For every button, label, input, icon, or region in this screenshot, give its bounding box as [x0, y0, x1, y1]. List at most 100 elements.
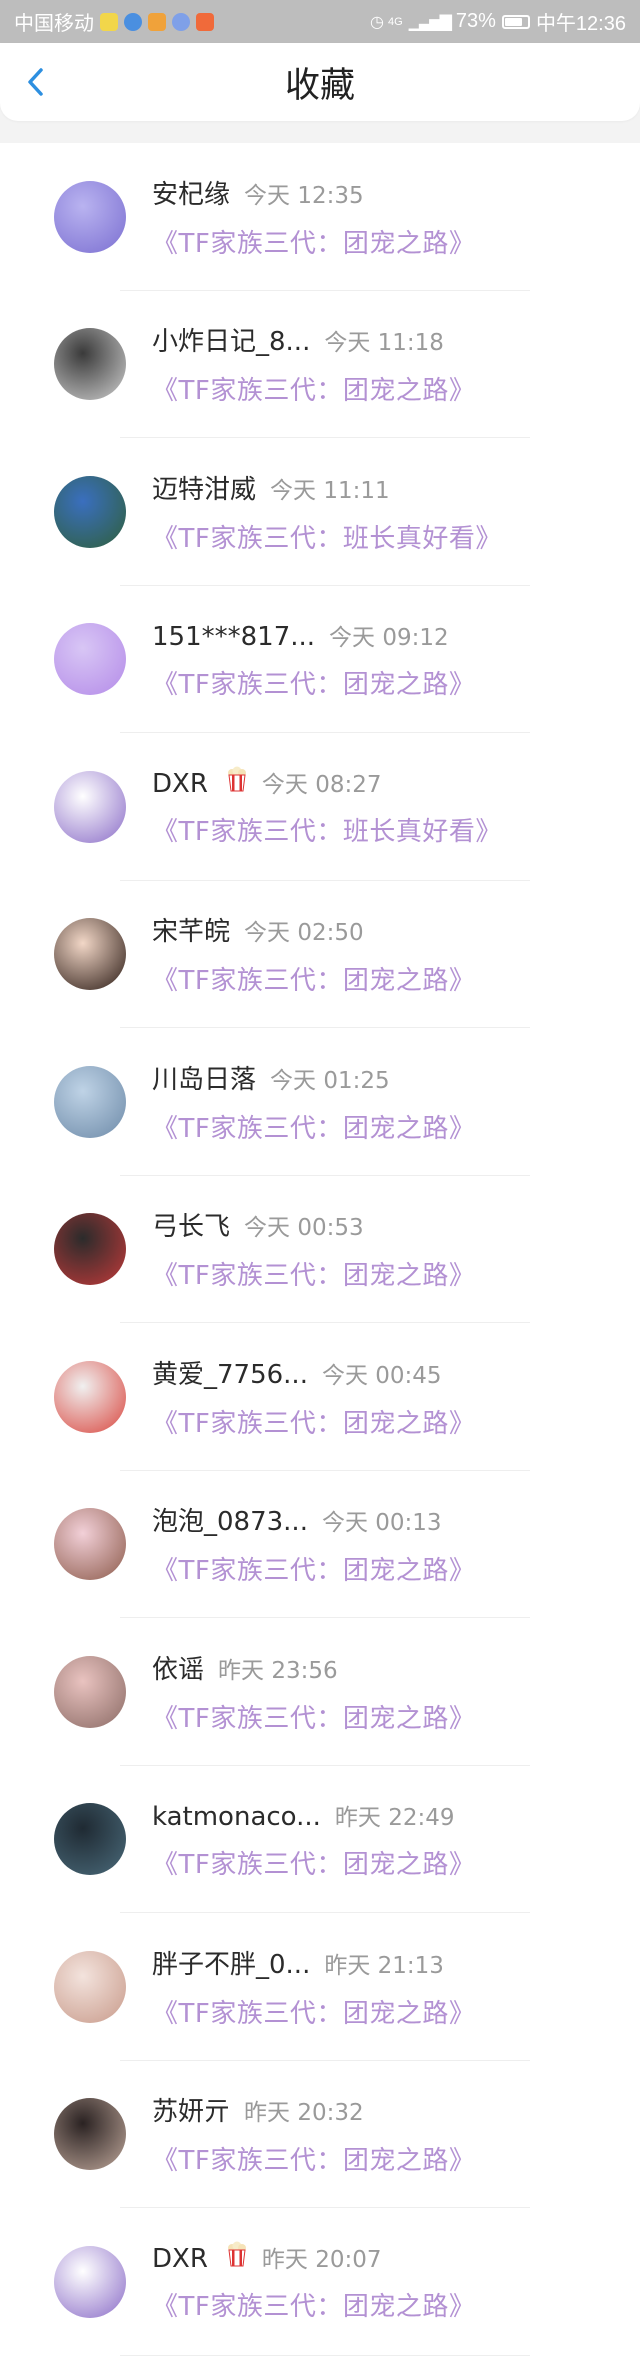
- store-notification-icon: [148, 12, 166, 31]
- timestamp: 今天 02:50: [244, 920, 364, 947]
- timestamp: 今天 00:45: [321, 1362, 442, 1389]
- story-title-link[interactable]: 《TF家族三代：团宠之路》: [152, 1550, 475, 1587]
- list-item-header: 依谣 昨天 23:56: [152, 1649, 475, 1686]
- list-item[interactable]: katmonaco... 昨天 22:49 《TF家族三代：团宠之路》: [0, 1766, 640, 1914]
- chevron-left-icon: [28, 68, 43, 96]
- list-item-header: 黄爱_7756... 今天 00:45: [152, 1354, 475, 1391]
- user-name: 苏妍亓: [152, 2097, 231, 2128]
- list-item[interactable]: 苏妍亓 昨天 20:32 《TF家族三代：团宠之路》: [0, 2061, 640, 2209]
- list-item[interactable]: 黄爱_7756... 今天 00:45 《TF家族三代：团宠之路》: [0, 1323, 640, 1471]
- list-item[interactable]: 宋芊皖 今天 02:50 《TF家族三代：团宠之路》: [0, 881, 640, 1029]
- story-title-link[interactable]: 《TF家族三代：团宠之路》: [152, 2286, 475, 2323]
- story-title-link[interactable]: 《TF家族三代：团宠之路》: [152, 1698, 475, 1735]
- clock: 中午12:36: [535, 13, 626, 35]
- avatar[interactable]: [54, 1360, 126, 1433]
- story-title-link[interactable]: 《TF家族三代：团宠之路》: [152, 370, 475, 407]
- user-name: DXR: [152, 769, 208, 800]
- list-item[interactable]: 小炸日记_8... 今天 11:18 《TF家族三代：团宠之路》: [0, 291, 640, 439]
- avatar[interactable]: [54, 1213, 126, 1286]
- list-item[interactable]: 胖子不胖_0... 昨天 21:13 《TF家族三代：团宠之路》: [0, 1913, 640, 2061]
- avatar[interactable]: [54, 770, 126, 843]
- status-bar: 中国移动 ◷ 4G ▁▃▅▇ 73% 中午12:36: [0, 0, 640, 43]
- battery-icon: [501, 14, 530, 29]
- story-title-link[interactable]: 《TF家族三代：团宠之路》: [152, 2140, 475, 2177]
- list-item-header: 泡泡_0873... 今天 00:13: [152, 1501, 475, 1538]
- story-title-link[interactable]: 《TF家族三代：团宠之路》: [152, 664, 475, 701]
- timestamp: 昨天 21:13: [324, 1952, 444, 1979]
- list-item[interactable]: DXR 今天 08:27 《TF家族三代：班长真好看》: [0, 733, 640, 881]
- list-item-header: DXR 昨天 20:07: [152, 2240, 475, 2274]
- list-item-text: 泡泡_0873... 今天 00:13 《TF家族三代：团宠之路》: [152, 1501, 475, 1587]
- avatar[interactable]: [54, 623, 126, 696]
- story-title-link[interactable]: 《TF家族三代：团宠之路》: [152, 1993, 475, 2030]
- list-item-text: 胖子不胖_0... 昨天 21:13 《TF家族三代：团宠之路》: [152, 1944, 475, 2030]
- list-item[interactable]: 安杞缘 今天 12:35 《TF家族三代：团宠之路》: [0, 143, 640, 291]
- avatar[interactable]: [54, 475, 126, 548]
- story-title-link[interactable]: 《TF家族三代：班长真好看》: [152, 518, 502, 555]
- avatar[interactable]: [54, 1950, 126, 2023]
- battery-percent: 73%: [455, 10, 496, 32]
- user-name: 小炸日记_8...: [152, 327, 311, 358]
- user-name: 迈特泔威: [152, 474, 257, 505]
- story-title-link[interactable]: 《TF家族三代：团宠之路》: [152, 960, 475, 997]
- user-name: katmonaco...: [152, 1801, 321, 1832]
- list-item[interactable]: 迈特泔威 今天 11:11 《TF家族三代：班长真好看》: [0, 438, 640, 586]
- timestamp: 今天 11:18: [324, 330, 444, 357]
- avatar[interactable]: [54, 1065, 126, 1138]
- avatar[interactable]: [54, 180, 126, 253]
- list-item-header: 151***817... 今天 09:12: [152, 618, 475, 652]
- list-item-text: 黄爱_7756... 今天 00:45 《TF家族三代：团宠之路》: [152, 1354, 475, 1440]
- popcorn-icon: [227, 2241, 246, 2267]
- avatar[interactable]: [54, 328, 126, 401]
- avatar[interactable]: [54, 1655, 126, 1728]
- list-item[interactable]: 依谣 昨天 23:56 《TF家族三代：团宠之路》: [0, 1618, 640, 1766]
- list-item-header: katmonaco... 昨天 22:49: [152, 1798, 475, 1832]
- list-item-text: katmonaco... 昨天 22:49 《TF家族三代：团宠之路》: [152, 1798, 475, 1881]
- avatar[interactable]: [54, 2098, 126, 2171]
- list-item[interactable]: DXR 昨天 20:07 《TF家族三代：团宠之路》: [0, 2208, 640, 2356]
- list-item-text: 川岛日落 今天 01:25 《TF家族三代：团宠之路》: [152, 1059, 475, 1145]
- user-name: DXR: [152, 2244, 208, 2275]
- avatar[interactable]: [54, 1803, 126, 1876]
- list-item[interactable]: 川岛日落 今天 01:25 《TF家族三代：团宠之路》: [0, 1028, 640, 1176]
- avatar[interactable]: [54, 2245, 126, 2318]
- carrier-label: 中国移动: [14, 13, 94, 35]
- user-name: 依谣: [152, 1654, 205, 1685]
- list-item[interactable]: 泡泡_0873... 今天 00:13 《TF家族三代：团宠之路》: [0, 1471, 640, 1619]
- timestamp: 今天 11:11: [270, 477, 390, 504]
- timestamp: 昨天 22:49: [334, 1804, 455, 1831]
- story-title-link[interactable]: 《TF家族三代：团宠之路》: [152, 1255, 475, 1292]
- music-notification-icon: [172, 12, 190, 31]
- app-notification-icon: [100, 12, 118, 31]
- list-item-header: 宋芊皖 今天 02:50: [152, 911, 475, 948]
- story-title-link[interactable]: 《TF家族三代：班长真好看》: [152, 811, 502, 848]
- video-notification-icon: [196, 12, 214, 31]
- browser-notification-icon: [124, 12, 142, 31]
- page-header: 收藏: [0, 43, 640, 121]
- list-item[interactable]: 弓长飞 今天 00:53 《TF家族三代：团宠之路》: [0, 1176, 640, 1324]
- story-title-link[interactable]: 《TF家族三代：团宠之路》: [152, 1403, 475, 1440]
- story-title-link[interactable]: 《TF家族三代：团宠之路》: [152, 1108, 475, 1145]
- list-item-header: DXR 今天 08:27: [152, 765, 502, 799]
- back-button[interactable]: [20, 64, 50, 100]
- list-item-text: 小炸日记_8... 今天 11:18 《TF家族三代：团宠之路》: [152, 321, 475, 407]
- list-item-text: 弓长飞 今天 00:53 《TF家族三代：团宠之路》: [152, 1206, 475, 1292]
- list-item-text: 依谣 昨天 23:56 《TF家族三代：团宠之路》: [152, 1649, 475, 1735]
- user-name: 151***817...: [152, 621, 316, 652]
- story-title-link[interactable]: 《TF家族三代：团宠之路》: [152, 223, 475, 260]
- story-title-link[interactable]: 《TF家族三代：团宠之路》: [152, 1844, 475, 1881]
- list-item-header: 迈特泔威 今天 11:11: [152, 469, 502, 506]
- avatar[interactable]: [54, 1508, 126, 1581]
- timestamp: 今天 00:13: [321, 1510, 442, 1537]
- list-item-header: 胖子不胖_0... 昨天 21:13: [152, 1944, 475, 1981]
- list-item[interactable]: 151***817... 今天 09:12 《TF家族三代：团宠之路》: [0, 586, 640, 734]
- popcorn-icon: [227, 766, 246, 792]
- list-item-header: 川岛日落 今天 01:25: [152, 1059, 475, 1096]
- list-item-header: 小炸日记_8... 今天 11:18: [152, 321, 475, 358]
- status-right: ◷ 4G ▁▃▅▇ 73% 中午12:36: [370, 7, 626, 36]
- avatar[interactable]: [54, 918, 126, 991]
- timestamp: 今天 12:35: [244, 182, 364, 209]
- signal-icon: ▁▃▅▇: [408, 13, 452, 31]
- user-name: 安杞缘: [152, 179, 231, 210]
- list-item-text: 苏妍亓 昨天 20:32 《TF家族三代：团宠之路》: [152, 2091, 475, 2177]
